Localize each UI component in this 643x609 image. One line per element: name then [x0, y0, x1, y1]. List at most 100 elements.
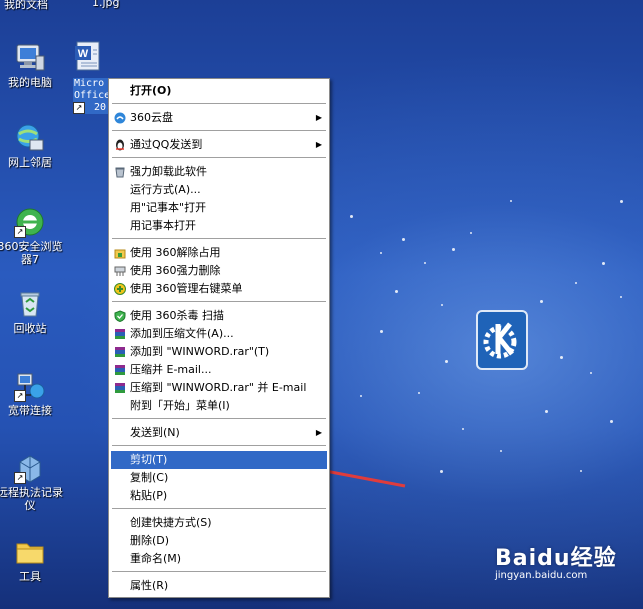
menu-separator	[112, 571, 326, 573]
menu-item-copy[interactable]: 复制(C)	[111, 469, 327, 487]
menu-item-cut[interactable]: 剪切(T)	[111, 451, 327, 469]
menu-item-label: 粘贴(P)	[130, 489, 168, 502]
shortcut-arrow-icon: ↗	[14, 226, 26, 238]
wallpaper-particle	[540, 300, 543, 303]
menu-item-label: 重命名(M)	[130, 552, 182, 565]
menu-item-add-winword-rar[interactable]: 添加到 "WINWORD.rar"(T)	[111, 343, 327, 361]
menu-item-label: 属性(R)	[130, 579, 169, 592]
winrar-icon	[114, 346, 126, 358]
submenu-arrow-icon: ▶	[315, 140, 322, 149]
shredder-icon	[114, 265, 126, 277]
menu-item-delete[interactable]: 删除(D)	[111, 532, 327, 550]
desktop-icon-label: 360安全浏览器7	[0, 240, 63, 266]
wallpaper-particle	[418, 392, 420, 394]
menu-item-label: 通过QQ发送到	[130, 138, 203, 151]
wallpaper-particle	[590, 372, 592, 374]
label-line: Office	[74, 90, 111, 101]
menu-item-send-to[interactable]: 发送到(N) ▶	[111, 424, 327, 442]
menu-item-qq-send[interactable]: 通过QQ发送到 ▶	[111, 136, 327, 154]
wallpaper-particle	[462, 428, 464, 430]
shield-icon	[114, 310, 126, 323]
submenu-arrow-icon: ▶	[315, 113, 322, 122]
wallpaper-particle	[580, 470, 582, 472]
word-document-icon: W ↗	[73, 41, 105, 114]
wallpaper-particle	[440, 470, 443, 473]
watermark-brand: Baidu经验	[495, 546, 617, 571]
wallpaper-particle	[402, 238, 405, 241]
desktop-icon-label: 我的电脑	[8, 76, 52, 89]
menu-item-360-antivirus-scan[interactable]: 使用 360杀毒 扫描	[111, 307, 327, 325]
menu-separator	[112, 301, 326, 303]
360-browser-icon: ↗	[14, 206, 46, 238]
wallpaper-particle	[395, 290, 398, 293]
desktop-icon-label: 工具	[19, 570, 41, 583]
desktop-icon-recycle-bin[interactable]: 回收站	[0, 288, 66, 335]
menu-item-add-archive[interactable]: 添加到压缩文件(A)...	[111, 325, 327, 343]
menu-item-label: 附到「开始」菜单(I)	[130, 399, 230, 412]
menu-item-label: 添加到压缩文件(A)...	[130, 327, 234, 340]
menu-item-label: 添加到 "WINWORD.rar"(T)	[130, 345, 270, 358]
wallpaper-particle	[350, 215, 353, 218]
menu-separator	[112, 238, 326, 240]
menu-item-label: 使用 360杀毒 扫描	[130, 309, 224, 322]
menu-item-compress-email[interactable]: 压缩并 E-mail...	[111, 361, 327, 379]
my-computer-icon	[14, 42, 46, 74]
wallpaper-particle	[470, 232, 472, 234]
qq-penguin-icon	[114, 139, 126, 151]
menu-item-open-notepad[interactable]: 用记事本打开	[111, 217, 327, 235]
baidu-watermark: Baidu经验 jingyan.baidu.com	[495, 540, 617, 581]
menu-item-create-shortcut[interactable]: 创建快捷方式(S)	[111, 514, 327, 532]
wallpaper-particle	[445, 360, 448, 363]
menu-item-360-manage-menu[interactable]: 使用 360管理右键菜单	[111, 280, 327, 298]
desktop-icon-my-computer[interactable]: 我的电脑	[0, 42, 66, 89]
menu-item-label: 使用 360解除占用	[130, 246, 221, 259]
menu-item-paste[interactable]: 粘贴(P)	[111, 487, 327, 505]
menu-item-label: 复制(C)	[130, 471, 169, 484]
cloud-icon	[114, 112, 126, 124]
wallpaper-particle	[380, 330, 383, 333]
menu-item-compress-winword-email[interactable]: 压缩到 "WINWORD.rar" 并 E-mail	[111, 379, 327, 397]
svg-text:W: W	[78, 48, 89, 60]
menu-item-open-notepad-quoted[interactable]: 用"记事本"打开	[111, 199, 327, 217]
desktop-icon-label: 网上邻居	[8, 156, 52, 169]
wallpaper-particle	[575, 282, 577, 284]
desktop-icon-broadband[interactable]: ↗ 宽带连接	[0, 370, 66, 417]
menu-item-label: 强力卸载此软件	[130, 165, 207, 178]
menu-item-properties[interactable]: 属性(R)	[111, 577, 327, 595]
menu-separator	[112, 418, 326, 420]
my-documents-label[interactable]: 我的文档	[4, 0, 48, 12]
desktop-icon-label: 回收站	[13, 322, 47, 335]
menu-item-360-unlock[interactable]: 使用 360解除占用	[111, 244, 327, 262]
network-places-icon	[14, 122, 46, 154]
wallpaper-particle	[602, 262, 605, 265]
shortcut-arrow-icon: ↗	[14, 390, 26, 402]
menu-item-360-shred[interactable]: 使用 360强力删除	[111, 262, 327, 280]
desktop-icon-network-places[interactable]: 网上邻居	[0, 122, 66, 169]
desktop-icon-tools-folder[interactable]: 工具	[0, 536, 66, 583]
wallpaper-particle	[500, 450, 502, 452]
watermark-url: jingyan.baidu.com	[495, 570, 588, 581]
menu-item-label: 用记事本打开	[130, 219, 196, 232]
wallpaper-particle	[620, 296, 622, 298]
wallpaper-particle	[452, 248, 455, 251]
menu-item-label: 用"记事本"打开	[130, 201, 207, 214]
desktop-icon-label: 宽带连接	[8, 404, 52, 417]
menu-item-rename[interactable]: 重命名(M)	[111, 550, 327, 568]
jpg-file-label[interactable]: 1.jpg	[92, 0, 120, 9]
wallpaper-particle	[380, 252, 382, 254]
winrar-icon	[114, 328, 126, 340]
desktop-icon-label: 远程执法记录仪	[0, 486, 63, 512]
menu-item-open[interactable]: 打开(O)	[111, 82, 327, 100]
menu-item-label: 360云盘	[130, 111, 173, 124]
360-manage-icon	[114, 283, 126, 295]
menu-item-360-cloud[interactable]: 360云盘 ▶	[111, 109, 327, 127]
menu-separator	[112, 508, 326, 510]
desktop-icon-360-browser[interactable]: ↗ 360安全浏览器7	[0, 206, 66, 266]
menu-item-run-as[interactable]: 运行方式(A)...	[111, 181, 327, 199]
wallpaper-particle	[510, 200, 512, 202]
wallpaper-particle	[620, 200, 623, 203]
wallpaper-particle	[560, 356, 563, 359]
menu-item-pin-start[interactable]: 附到「开始」菜单(I)	[111, 397, 327, 415]
menu-item-force-uninstall[interactable]: 强力卸载此软件	[111, 163, 327, 181]
desktop-icon-remote-recorder[interactable]: ↗ 远程执法记录仪	[0, 452, 66, 512]
